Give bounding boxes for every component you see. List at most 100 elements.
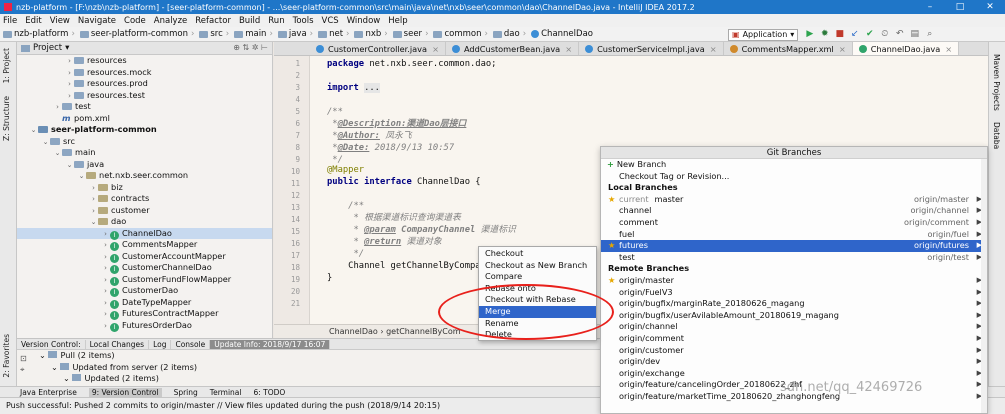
stop-icon[interactable]: ■: [834, 29, 845, 40]
database-tool-tab[interactable]: Databa: [992, 122, 1001, 149]
tree-item[interactable]: › I FuturesOrderDao: [17, 320, 272, 332]
menu-code[interactable]: Code: [124, 16, 146, 26]
remote-branch-item[interactable]: origin/FuelV3 ▶: [601, 287, 987, 299]
tab-customercontroller[interactable]: CustomerController.java ×: [310, 42, 446, 55]
menu-item-rebase-onto[interactable]: Rebase onto: [479, 283, 596, 295]
chevron-right-icon[interactable]: ›: [101, 321, 110, 333]
debug-icon[interactable]: ✹: [819, 29, 830, 40]
remote-branch-item[interactable]: origin/comment ▶: [601, 333, 987, 345]
history-icon[interactable]: ⏲: [879, 29, 890, 40]
tree-item[interactable]: › test: [17, 101, 272, 113]
chevron-down-icon[interactable]: ▾: [65, 43, 69, 53]
crumb-nxb[interactable]: nxb ›: [354, 29, 390, 39]
menu-run[interactable]: Run: [268, 16, 284, 26]
menu-item-checkout-with-rebase[interactable]: Checkout with Rebase: [479, 294, 596, 306]
remote-branch-item[interactable]: origin/channel ▶: [601, 321, 987, 333]
close-icon[interactable]: ×: [565, 44, 572, 54]
menu-window[interactable]: Window: [347, 16, 381, 26]
close-icon[interactable]: ×: [432, 44, 439, 54]
tree-item[interactable]: ⌄ dao: [17, 216, 272, 228]
favorite-star-icon[interactable]: ★: [608, 275, 615, 287]
tree-item[interactable]: m pom.xml: [17, 113, 272, 125]
tab-update-info[interactable]: Update Info: 2018/9/17 16:07: [210, 339, 331, 349]
minimize-button[interactable]: –: [915, 0, 945, 14]
tree-item[interactable]: › customer: [17, 205, 272, 217]
crumb-common[interactable]: common ›: [433, 29, 490, 39]
revert-icon[interactable]: ↶: [894, 29, 905, 40]
structure-icon[interactable]: ▤: [909, 29, 920, 40]
project-tool-tab[interactable]: 1: Project: [2, 48, 11, 83]
tree-item[interactable]: ⌄ src: [17, 136, 272, 148]
menu-item-merge[interactable]: Merge: [479, 305, 596, 318]
remote-branch-item[interactable]: origin/customer ▶: [601, 345, 987, 357]
crumb-java[interactable]: java ›: [277, 29, 316, 39]
favorite-star-icon[interactable]: ★: [608, 194, 615, 206]
crumb-project[interactable]: nzb-platform ›: [3, 29, 78, 39]
crumb-src[interactable]: src ›: [199, 29, 232, 39]
new-branch-action[interactable]: + New Branch: [601, 159, 987, 171]
menu-analyze[interactable]: Analyze: [154, 16, 188, 26]
crumb-module[interactable]: seer-platform-common ›: [79, 29, 198, 39]
remote-branch-item[interactable]: ★ origin/master ▶: [601, 275, 987, 287]
menu-vcs[interactable]: VCS: [322, 16, 339, 26]
tree-item[interactable]: › I CommentsMapper: [17, 239, 272, 251]
tab-commentsmapper[interactable]: CommentsMapper.xml ×: [724, 42, 853, 55]
local-branch-item[interactable]: ★ futures origin/futures ▶: [601, 240, 987, 252]
menu-file[interactable]: File: [3, 16, 17, 26]
close-icon[interactable]: ×: [839, 44, 846, 54]
tree-item[interactable]: › biz: [17, 182, 272, 194]
menu-view[interactable]: View: [50, 16, 70, 26]
tab-channeldao[interactable]: ChannelDao.java ×: [852, 42, 960, 55]
menu-refactor[interactable]: Refactor: [195, 16, 231, 26]
tree-item[interactable]: › resources: [17, 55, 272, 67]
crumb-main[interactable]: main ›: [234, 29, 276, 39]
menu-build[interactable]: Build: [239, 16, 260, 26]
local-branch-item[interactable]: fuel origin/fuel ▶: [601, 229, 987, 241]
tree-item[interactable]: › resources.mock: [17, 67, 272, 79]
menu-item-delete[interactable]: Delete: [479, 329, 596, 341]
tree-item[interactable]: ⌄ java: [17, 159, 272, 171]
tree-item[interactable]: ⌄ seer-platform-common: [17, 124, 272, 136]
tool-todo[interactable]: 6: TODO: [253, 388, 285, 397]
tab-log[interactable]: Log: [149, 339, 172, 349]
menu-item-checkout[interactable]: Checkout: [479, 248, 596, 260]
menu-item-rename[interactable]: Rename: [479, 318, 596, 330]
local-branch-item[interactable]: test origin/test ▶: [601, 252, 987, 264]
vcs-update-icon[interactable]: ↙: [849, 29, 860, 40]
favorites-tool-tab[interactable]: 2: Favorites: [2, 334, 11, 378]
tab-customerserviceimpl[interactable]: CustomerServiceImpl.java ×: [579, 42, 724, 55]
tree-item[interactable]: › contracts: [17, 193, 272, 205]
tree-item[interactable]: ⌄ main: [17, 147, 272, 159]
crumb-channeldao[interactable]: ChannelDao: [531, 29, 593, 39]
local-branch-item[interactable]: comment origin/comment ▶: [601, 217, 987, 229]
local-branch-item[interactable]: ★ current master origin/master ▶: [601, 194, 987, 206]
tool-java-enterprise[interactable]: Java Enterprise: [20, 388, 77, 397]
search-icon[interactable]: ⌕: [924, 29, 935, 40]
menu-navigate[interactable]: Navigate: [78, 16, 116, 26]
favorite-star-icon[interactable]: ★: [608, 240, 615, 252]
menu-help[interactable]: Help: [388, 16, 407, 26]
menu-item-checkout-as-new-branch[interactable]: Checkout as New Branch: [479, 260, 596, 272]
menu-edit[interactable]: Edit: [25, 16, 41, 26]
tree-item[interactable]: › I CustomerAccountMapper: [17, 251, 272, 263]
vc-side-tools[interactable]: ⊡ ⌖: [20, 353, 27, 375]
close-button[interactable]: ✕: [975, 0, 1005, 14]
tree-item[interactable]: › I CustomerFundFlowMapper: [17, 274, 272, 286]
run-icon[interactable]: ▶: [804, 29, 815, 40]
tab-local-changes[interactable]: Local Changes: [86, 339, 150, 349]
close-icon[interactable]: ×: [710, 44, 717, 54]
project-panel-title[interactable]: Project: [33, 43, 62, 53]
tree-item[interactable]: ⌄ net.nxb.seer.common: [17, 170, 272, 182]
menu-tools[interactable]: Tools: [293, 16, 314, 26]
maximize-button[interactable]: □: [945, 0, 975, 14]
checkout-tag-action[interactable]: Checkout Tag or Revision...: [601, 171, 987, 183]
tool-terminal[interactable]: Terminal: [210, 388, 242, 397]
tree-item[interactable]: › I FuturesContractMapper: [17, 308, 272, 320]
tab-addcustomerbean[interactable]: AddCustomerBean.java ×: [446, 42, 580, 55]
tree-item[interactable]: › I DateTypeMapper: [17, 297, 272, 309]
remote-branch-item[interactable]: origin/exchange ▶: [601, 368, 987, 380]
close-icon[interactable]: ×: [945, 44, 952, 54]
remote-branch-item[interactable]: origin/bugfix/userAvilableAmount_2018061…: [601, 310, 987, 322]
remote-branch-item[interactable]: origin/bugfix/marginRate_20180626_magang…: [601, 298, 987, 310]
structure-tool-tab[interactable]: Z: Structure: [2, 96, 11, 141]
